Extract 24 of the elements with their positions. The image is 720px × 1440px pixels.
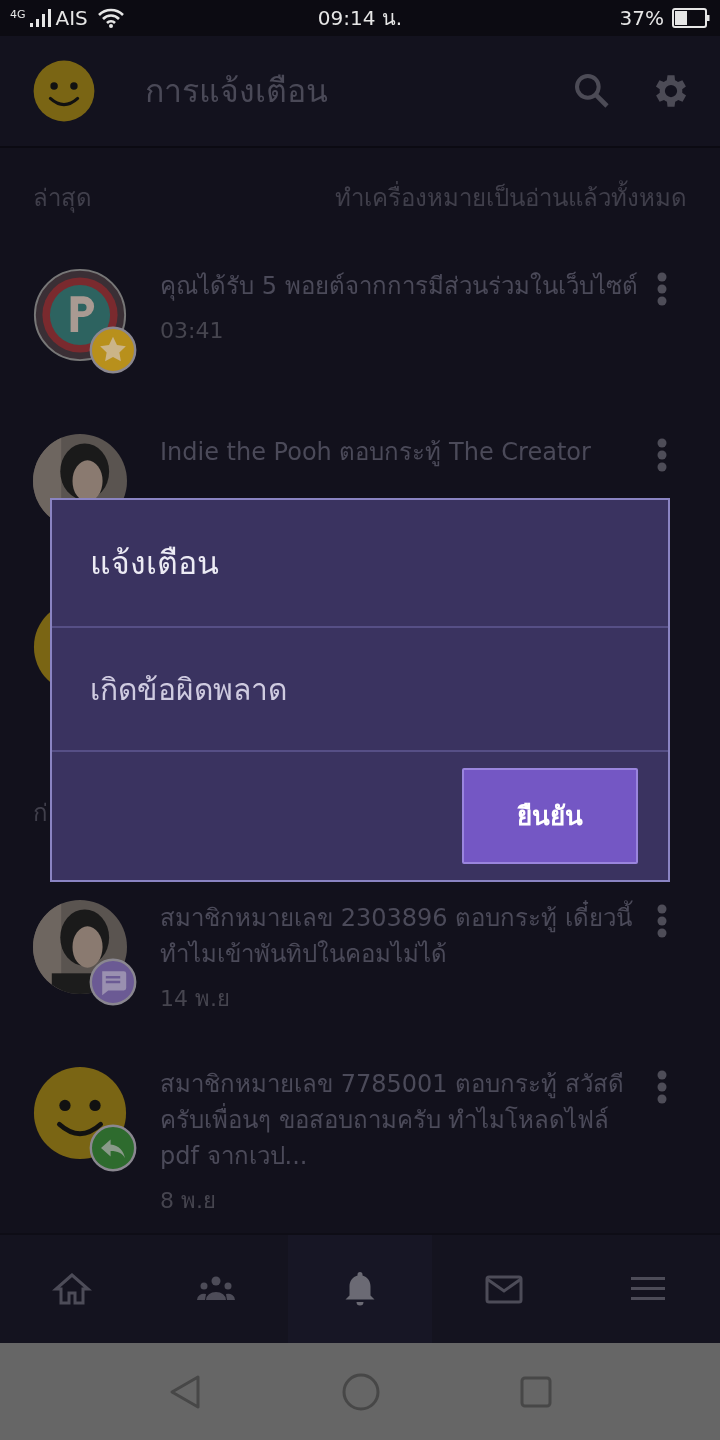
battery-icon bbox=[672, 8, 710, 28]
network-type: 4G bbox=[10, 7, 26, 23]
dialog-message: เกิดข้อผิดพลาด bbox=[90, 670, 287, 709]
bell-tab[interactable] bbox=[288, 1235, 432, 1343]
more-options-icon[interactable] bbox=[656, 272, 668, 306]
page-title: การแจ้งเตือน bbox=[145, 71, 329, 112]
notification-text: คุณได้รับ 5 พอยต์จากการมีส่วนร่วมในเว็บไซต์ bbox=[160, 270, 639, 303]
back-icon[interactable] bbox=[168, 1373, 202, 1410]
dialog-title: แจ้งเตือน bbox=[90, 543, 219, 584]
notification-text: Indie the Pooh ตอบกระทู้ The Creator bbox=[160, 437, 592, 469]
clock: 09:14 น. bbox=[316, 5, 404, 32]
notification-text: สมาชิกหมายเลข 7785001 ตอบกระทู้ สวัสดีครับเพื่อนๆ ขอสอบถามครับ ทำไมโหลดไฟล์ pdf จากเวป... bbox=[160, 1069, 625, 1172]
recents-icon[interactable] bbox=[520, 1375, 552, 1408]
wifi-icon bbox=[97, 8, 124, 28]
notification-text: สมาชิกหมายเลข 2303896 ตอบกระทู้ เดี๋ยวนี้ทำไมเข้าพันทิปในคอมไม่ได้ bbox=[160, 900, 650, 972]
confirm-button[interactable]: ยืนยัน bbox=[462, 768, 638, 864]
more-options-icon[interactable] bbox=[656, 1070, 668, 1104]
signal-icon bbox=[29, 9, 52, 27]
carrier-name: AIS bbox=[55, 5, 88, 32]
more-options-icon[interactable] bbox=[656, 438, 668, 472]
more-options-icon[interactable] bbox=[656, 904, 668, 938]
home-button-icon[interactable] bbox=[342, 1372, 380, 1411]
smiley-avatar-icon bbox=[33, 60, 95, 122]
battery-percent: 37% bbox=[619, 5, 664, 32]
